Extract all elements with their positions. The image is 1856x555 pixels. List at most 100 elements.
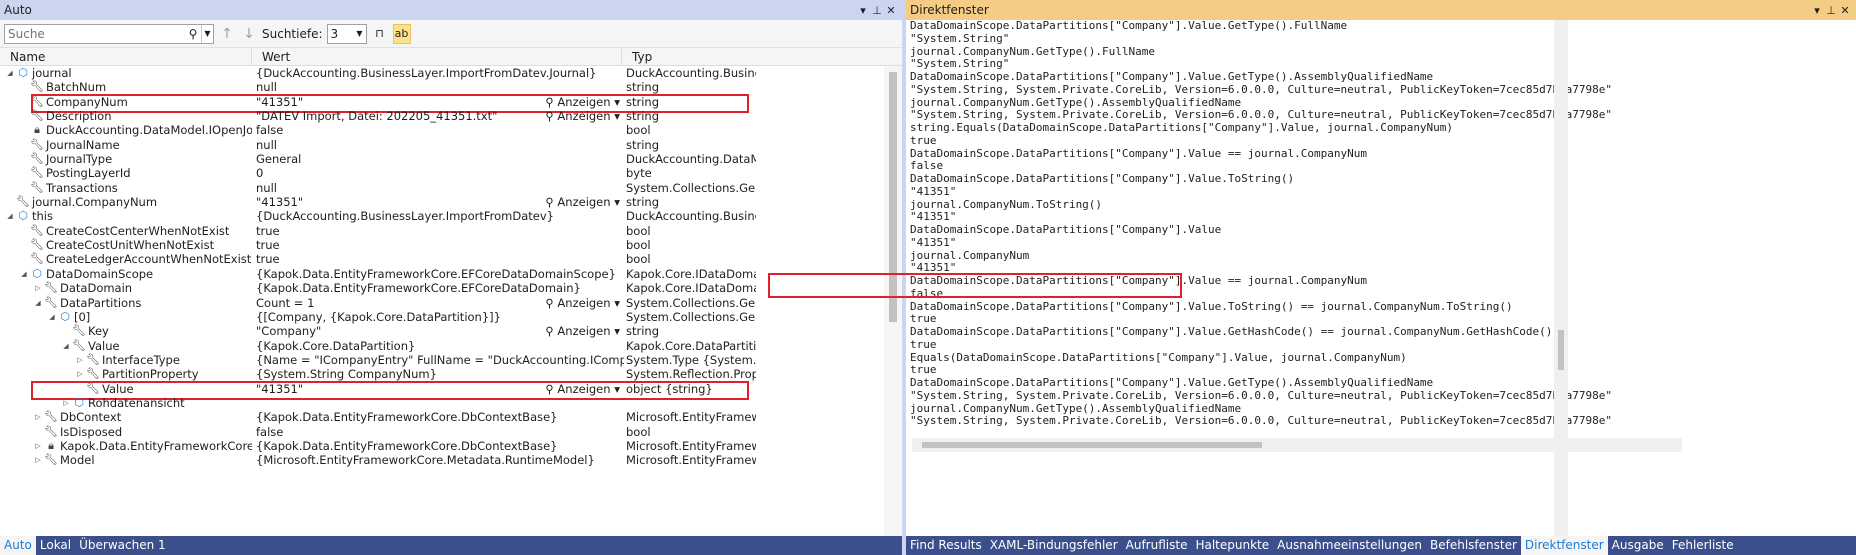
- expand-icon[interactable]: ▷: [32, 410, 44, 424]
- vertical-scrollbar[interactable]: [884, 66, 902, 536]
- collapse-icon[interactable]: ◢: [60, 339, 72, 353]
- variable-value[interactable]: [256, 396, 624, 410]
- col-value[interactable]: Wert: [252, 48, 622, 65]
- collapse-icon[interactable]: ◢: [4, 209, 16, 223]
- variable-value[interactable]: null: [256, 138, 624, 152]
- hex-display-icon[interactable]: ab: [392, 23, 411, 44]
- table-row[interactable]: 🔧︎ CreateLedgerAccountWhenNotExist true boo…: [0, 252, 884, 266]
- variable-value[interactable]: {Kapok.Data.EntityFrameworkCore.DbContex…: [256, 439, 624, 453]
- tab-auto[interactable]: Auto: [0, 536, 36, 555]
- variable-value[interactable]: {Kapok.Core.DataPartition}: [256, 339, 624, 353]
- table-row[interactable]: ▷ 🔧︎ DataDomain {Kapok.Data.EntityFramework…: [0, 281, 884, 295]
- tab-aufrufliste[interactable]: Aufrufliste: [1122, 536, 1192, 555]
- arrow-down-icon[interactable]: ↓: [240, 26, 258, 42]
- variable-value[interactable]: {[Company, {Kapok.Core.DataPartition}]}: [256, 310, 624, 324]
- pin-icon[interactable]: ⊥: [870, 4, 884, 17]
- visualizer-button[interactable]: ⚲ Anzeigen ▾: [545, 95, 620, 109]
- table-row[interactable]: ◢ ⬡ DataDomainScope {Kapok.Data.EntityFrame…: [0, 267, 884, 281]
- table-row[interactable]: ◢ ⬡ journal {DuckAccounting.BusinessLayer.I…: [0, 66, 884, 80]
- vertical-scrollbar[interactable]: [1554, 20, 1568, 536]
- close-icon[interactable]: ✕: [884, 4, 898, 17]
- table-row[interactable]: 🔧︎ BatchNum null string: [0, 80, 884, 94]
- expand-icon[interactable]: ▷: [74, 353, 86, 367]
- tab-ausnahmeeinstellungen[interactable]: Ausnahmeeinstellungen: [1273, 536, 1426, 555]
- search-icon[interactable]: ⚲: [185, 27, 201, 41]
- variable-value[interactable]: null: [256, 181, 624, 195]
- table-row[interactable]: 🔧︎ JournalName null string: [0, 138, 884, 152]
- table-row[interactable]: 🔧︎ Value "41351" ⚲ Anzeigen ▾ object {string…: [0, 381, 884, 401]
- visualizer-button[interactable]: ⚲ Anzeigen ▾: [545, 195, 620, 209]
- collapse-icon[interactable]: ◢: [18, 267, 30, 281]
- variable-value[interactable]: "41351" ⚲ Anzeigen ▾: [256, 195, 624, 209]
- variable-value[interactable]: {Kapok.Data.EntityFrameworkCore.EFCoreDa…: [256, 267, 624, 281]
- table-row[interactable]: ▷ 🔧︎ PartitionProperty {System.String Compa…: [0, 367, 884, 381]
- table-row[interactable]: ◢ 🔧︎ Value {Kapok.Core.DataPartition} Kapok.…: [0, 339, 884, 353]
- table-row[interactable]: ▷ 🔧︎ DbContext {Kapok.Data.EntityFrameworkC…: [0, 410, 884, 424]
- variable-value[interactable]: true: [256, 252, 624, 266]
- tab-xaml-bindungsfehler[interactable]: XAML-Bindungsfehler: [986, 536, 1122, 555]
- horizontal-scrollbar[interactable]: [912, 438, 1682, 452]
- tab-ausgabe[interactable]: Ausgabe: [1608, 536, 1668, 555]
- tab-direktfenster[interactable]: Direktfenster: [1520, 536, 1608, 555]
- table-row[interactable]: 🔧︎ journal.CompanyNum "41351" ⚲ Anzeigen ▾ s…: [0, 195, 884, 209]
- collapse-icon[interactable]: ◢: [46, 310, 58, 324]
- variable-value[interactable]: "41351" ⚲ Anzeigen ▾: [256, 382, 624, 396]
- chevron-down-icon[interactable]: ▼: [201, 24, 213, 43]
- table-row[interactable]: 🔧︎ IsDisposed false bool: [0, 425, 884, 439]
- table-row[interactable]: 🔧︎ CreateCostUnitWhenNotExist true bool: [0, 238, 884, 252]
- collapse-icon[interactable]: ◢: [4, 66, 16, 80]
- variable-value[interactable]: {DuckAccounting.BusinessLayer.ImportFrom…: [256, 66, 624, 80]
- visualizer-button[interactable]: ⚲ Anzeigen ▾: [545, 324, 620, 338]
- expand-icon[interactable]: ▷: [60, 396, 72, 410]
- tab-fehlerliste[interactable]: Fehlerliste: [1668, 536, 1738, 555]
- pin-icon[interactable]: ⊥: [1824, 4, 1838, 17]
- close-icon[interactable]: ✕: [1838, 4, 1852, 17]
- variable-value[interactable]: false: [256, 123, 624, 137]
- variable-value[interactable]: "DATEV Import, Datei: 202205_41351.txt" ⚲…: [256, 109, 624, 123]
- variable-value[interactable]: true: [256, 238, 624, 252]
- table-row[interactable]: 🔧︎ Description "DATEV Import, Datei: 20220…: [0, 109, 884, 123]
- variable-value[interactable]: false: [256, 425, 624, 439]
- table-row[interactable]: 🔧︎ PostingLayerId 0 byte: [0, 166, 884, 180]
- table-row[interactable]: ▷ 🔒︎ Kapok.Data.EntityFrameworkCore.IEntit…: [0, 439, 884, 453]
- variable-value[interactable]: {Name = "ICompanyEntry" FullName = "Duck…: [256, 353, 624, 367]
- scroll-thumb[interactable]: [1558, 330, 1564, 370]
- table-row[interactable]: ▷ 🔧︎ InterfaceType {Name = "ICompanyEntry" …: [0, 353, 884, 367]
- visualizer-button[interactable]: ⚲ Anzeigen ▾: [545, 382, 620, 396]
- table-row[interactable]: ◢ ⬡ [0] {[Company, {Kapok.Core.DataPartitio…: [0, 310, 884, 324]
- depth-select[interactable]: 3 ▼: [326, 23, 367, 44]
- collapse-icon[interactable]: ◢: [32, 296, 44, 310]
- scroll-thumb[interactable]: [922, 442, 1262, 448]
- table-row[interactable]: ▷ ⬡ Rohdatenansicht: [0, 396, 884, 410]
- chevron-down-icon[interactable]: ▾: [1810, 4, 1824, 17]
- visualizer-button[interactable]: ⚲ Anzeigen ▾: [545, 109, 620, 123]
- col-name[interactable]: Name: [0, 48, 252, 65]
- expand-icon[interactable]: ▷: [32, 439, 44, 453]
- variable-value[interactable]: "41351" ⚲ Anzeigen ▾: [256, 95, 624, 109]
- variable-value[interactable]: true: [256, 224, 624, 238]
- pin-columns-icon[interactable]: ⊓: [371, 24, 389, 44]
- table-row[interactable]: 🔧︎ CompanyNum "41351" ⚲ Anzeigen ▾ string: [0, 94, 884, 114]
- variable-value[interactable]: General: [256, 152, 624, 166]
- table-row[interactable]: 🔧︎ CreateCostCenterWhenNotExist true bool: [0, 224, 884, 238]
- tab--berwachen-1[interactable]: Überwachen 1: [75, 536, 170, 555]
- variable-value[interactable]: {DuckAccounting.BusinessLayer.ImportFrom…: [256, 209, 624, 223]
- variable-value[interactable]: {Microsoft.EntityFrameworkCore.Metadata.…: [256, 453, 624, 467]
- expand-icon[interactable]: ▷: [74, 367, 86, 381]
- table-row[interactable]: 🔧︎Transactions null System.Collections.Gen…: [0, 181, 884, 195]
- table-row[interactable]: ◢ 🔧︎ DataPartitions Count = 1 ⚲ Anzeigen ▾ Sy…: [0, 296, 884, 310]
- chevron-down-icon[interactable]: ▾: [856, 4, 870, 17]
- table-row[interactable]: 🔒︎ DuckAccounting.DataModel.IOpenJournal.…: [0, 123, 884, 137]
- table-row[interactable]: ▷ 🔧︎ Model {Microsoft.EntityFrameworkCore.M…: [0, 453, 884, 467]
- tab-befehlsfenster[interactable]: Befehlsfenster: [1426, 536, 1521, 555]
- tab-find-results[interactable]: Find Results: [906, 536, 986, 555]
- tab-haltepunkte[interactable]: Haltepunkte: [1191, 536, 1273, 555]
- variable-value[interactable]: Count = 1 ⚲ Anzeigen ▾: [256, 296, 624, 310]
- variable-value[interactable]: {System.String CompanyNum}: [256, 367, 624, 381]
- table-row[interactable]: ◢ ⬡ this {DuckAccounting.BusinessLayer.Impo…: [0, 209, 884, 223]
- variable-value[interactable]: {Kapok.Data.EntityFrameworkCore.DbContex…: [256, 410, 624, 424]
- table-row[interactable]: 🔧︎ Key "Company" ⚲ Anzeigen ▾ string: [0, 324, 884, 338]
- expand-icon[interactable]: ▷: [32, 281, 44, 295]
- col-type[interactable]: Typ: [622, 48, 884, 65]
- visualizer-button[interactable]: ⚲ Anzeigen ▾: [545, 296, 620, 310]
